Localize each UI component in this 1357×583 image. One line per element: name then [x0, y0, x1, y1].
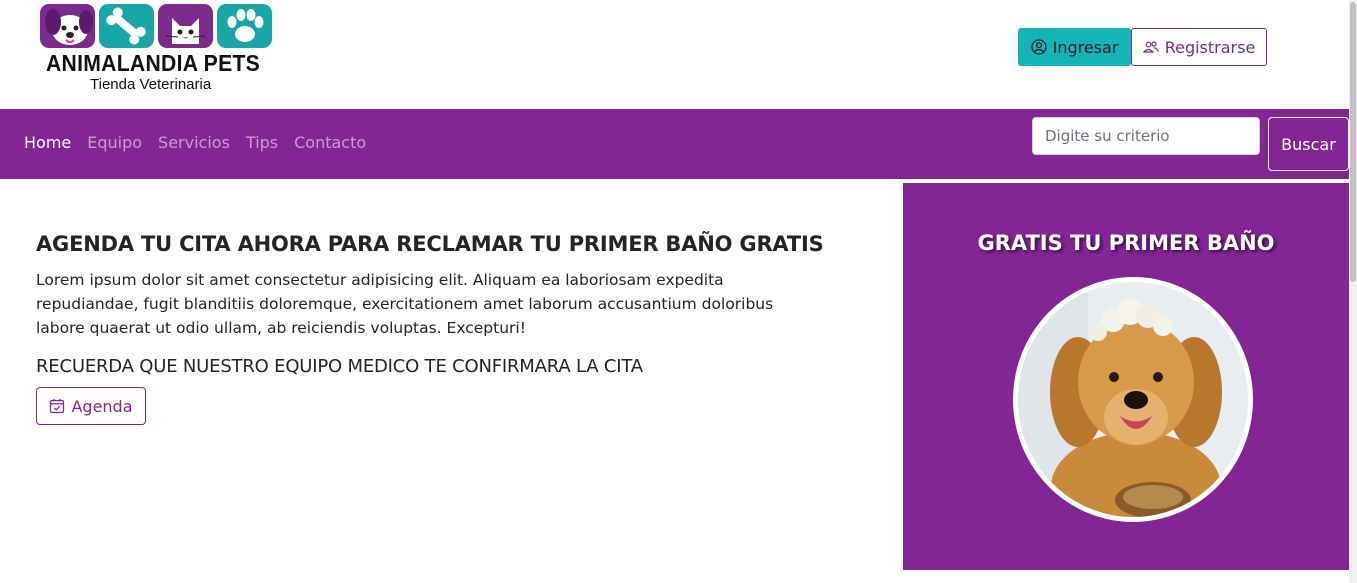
nav-item-servicios[interactable]: Servicios: [158, 133, 230, 152]
users-icon: [1142, 41, 1159, 53]
bone-logo-icon: [99, 4, 154, 48]
page-scrollbar[interactable]: [1349, 0, 1357, 583]
promo-panel: GRATIS TU PRIMER BAÑO: [903, 183, 1349, 570]
agenda-button-label: Agenda: [71, 396, 133, 416]
nav-item-equipo[interactable]: Equipo: [87, 133, 142, 152]
brand-name: ANIMALANDIA PETS: [46, 50, 261, 76]
cat-logo-icon: [158, 4, 213, 48]
logo-tiles: [40, 4, 272, 48]
search-input[interactable]: [1032, 117, 1260, 155]
promo-dog-photo: [1013, 277, 1253, 522]
nav-item-tips[interactable]: Tips: [246, 133, 278, 152]
search-button[interactable]: Buscar: [1268, 117, 1349, 171]
site-header: ANIMALANDIA PETS Tienda Veterinaria Ingr…: [0, 0, 1349, 109]
user-circle-icon: [1030, 39, 1047, 55]
register-button-label: Registrarse: [1164, 37, 1256, 57]
promo-title: GRATIS TU PRIMER BAÑO: [977, 231, 1275, 255]
confirmation-subheading: RECUERDA QUE NUESTRO EQUIPO MEDICO TE CO…: [36, 356, 643, 377]
agenda-button[interactable]: Agenda: [36, 387, 146, 425]
brand-tagline: Tienda Veterinaria: [90, 76, 212, 93]
intro-paragraph: Lorem ipsum dolor sit amet consectetur a…: [36, 271, 774, 337]
login-button-label: Ingresar: [1052, 37, 1119, 57]
paw-logo-icon: [217, 4, 272, 48]
scrollbar-thumb[interactable]: [1350, 2, 1356, 282]
nav-links: Home Equipo Servicios Tips Contacto: [24, 133, 366, 152]
register-button[interactable]: Registrarse: [1131, 28, 1267, 66]
dog-logo-icon: [40, 4, 95, 48]
calendar-check-icon: [50, 399, 65, 414]
login-button[interactable]: Ingresar: [1018, 28, 1131, 66]
nav-item-home[interactable]: Home: [24, 133, 71, 152]
nav-item-contacto[interactable]: Contacto: [294, 133, 366, 152]
brand-logo[interactable]: ANIMALANDIA PETS Tienda Veterinaria: [40, 4, 276, 96]
page-headline: AGENDA TU CITA AHORA PARA RECLAMAR TU PR…: [36, 232, 824, 256]
dog-photo-image: [1018, 282, 1248, 517]
main-navbar: Home Equipo Servicios Tips Contacto Busc…: [0, 109, 1349, 179]
